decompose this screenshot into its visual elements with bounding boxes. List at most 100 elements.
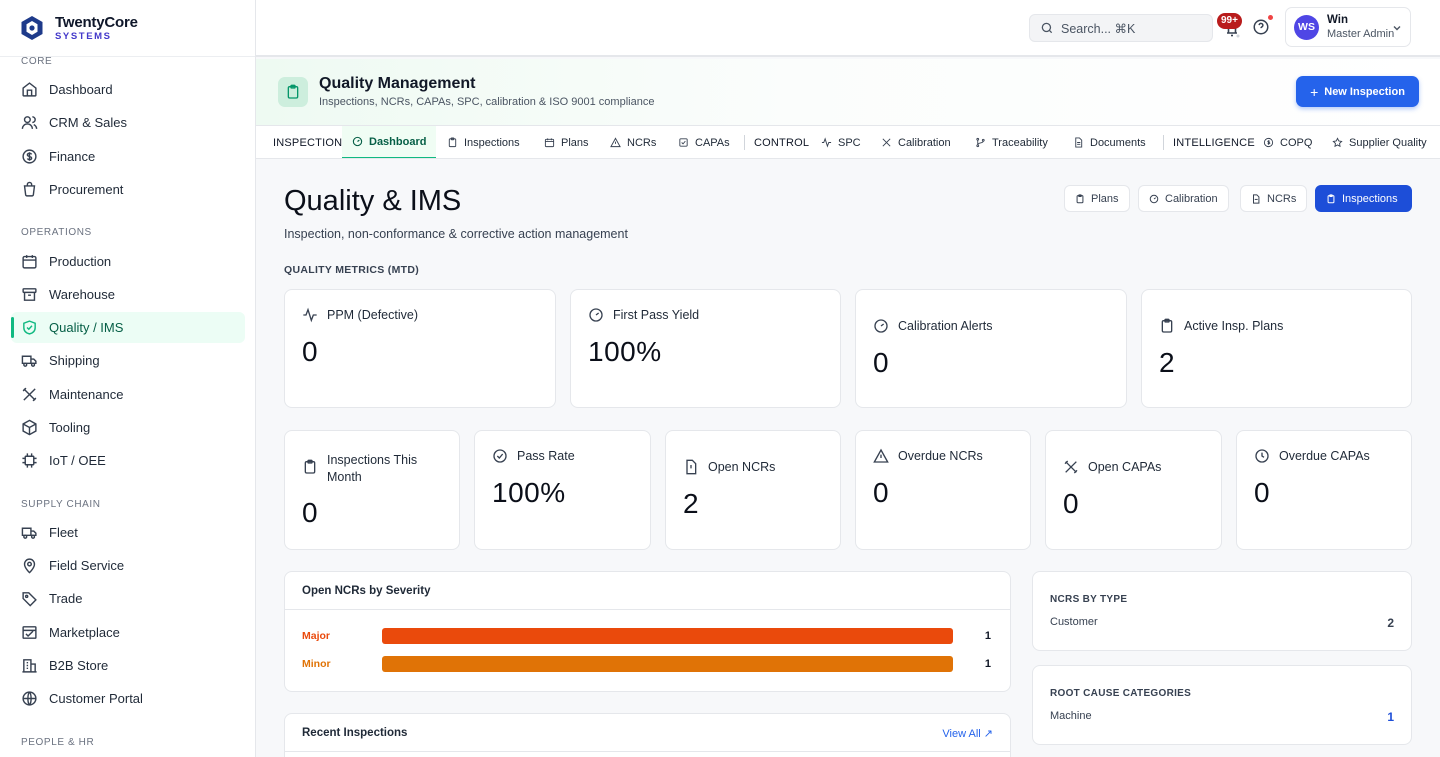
metric-card-calibration-alerts[interactable]: Calibration Alerts 0 [855, 289, 1127, 408]
metric-label: Inspections This Month [302, 452, 442, 486]
new-inspection-button[interactable]: + New Inspection [1296, 76, 1419, 107]
tab-copq[interactable]: COPQ [1263, 126, 1313, 158]
panel-title: NCRS BY TYPE [1050, 594, 1128, 605]
metric-card-overdue-ncrs[interactable]: Overdue NCRs 0 [855, 430, 1031, 550]
panel-title: Recent Inspections [285, 714, 1010, 752]
ncrs-button[interactable]: NCRs [1240, 185, 1308, 212]
tab-label: Inspections [464, 136, 520, 149]
list-item: Machine 1 [1050, 710, 1394, 724]
gauge-icon [589, 308, 603, 322]
sidebar-item-procurement[interactable]: Procurement [11, 174, 245, 205]
sidebar-item-warehouse[interactable]: Warehouse [11, 279, 245, 310]
metrics-section-label: QUALITY METRICS (MTD) [284, 264, 420, 276]
tab-supplier-quality[interactable]: Supplier Quality [1332, 126, 1427, 158]
home-icon [22, 82, 37, 97]
severity-bar [382, 656, 953, 672]
sidebar-item-finance[interactable]: Finance [11, 141, 245, 172]
plans-button[interactable]: Plans [1064, 185, 1130, 212]
tab-label: Documents [1090, 136, 1146, 149]
shield-check-icon [23, 320, 36, 335]
metric-card-inspections-this-month[interactable]: Inspections This Month 0 [284, 430, 460, 550]
tab-label: Supplier Quality [1349, 136, 1427, 149]
clipboard-icon [1327, 193, 1335, 203]
calibration-button[interactable]: Calibration [1138, 185, 1229, 212]
tab-spc[interactable]: SPC [821, 126, 861, 158]
section-operations: OPERATIONS [21, 227, 92, 238]
metric-label: Open CAPAs [1063, 460, 1161, 475]
list-item-label: Machine [1050, 710, 1092, 722]
tab-documents[interactable]: Documents [1073, 126, 1146, 158]
tab-label: COPQ [1280, 136, 1313, 149]
wrench-icon [22, 387, 37, 402]
metric-label: Active Insp. Plans [1159, 318, 1284, 334]
metric-label-text: Overdue NCRs [898, 449, 983, 463]
metric-value: 100% [588, 336, 662, 367]
sidebar-item-production[interactable]: Production [11, 246, 245, 277]
metric-card-open-ncrs[interactable]: Open NCRs 2 [665, 430, 841, 550]
module-header: Quality Management Inspections, NCRs, CA… [256, 59, 1440, 126]
gauge-icon [1149, 194, 1159, 203]
main-content: Quality & IMS Inspection, non-conformanc… [256, 160, 1440, 757]
tab-ncrs[interactable]: NCRs [610, 126, 656, 158]
brand[interactable]: TwentyCore SYSTEMS [0, 0, 255, 57]
metric-value: 0 [1063, 488, 1080, 519]
user-role: Master Admin [1327, 27, 1395, 40]
metric-card-overdue-capas[interactable]: Overdue CAPAs 0 [1236, 430, 1412, 550]
sidebar-item-tooling[interactable]: Tooling [11, 412, 245, 443]
sidebar-item-maintenance[interactable]: Maintenance [11, 379, 245, 410]
users-icon [21, 116, 38, 129]
sidebar-item-field-service[interactable]: Field Service [11, 550, 245, 581]
severity-bar [382, 628, 953, 644]
tab-inspections[interactable]: Inspections [447, 126, 520, 158]
metric-label: Overdue CAPAs [1254, 449, 1370, 464]
help-icon[interactable] [1252, 18, 1270, 36]
sidebar-item-dashboard[interactable]: Dashboard [11, 74, 245, 105]
section-supply-chain: SUPPLY CHAIN [21, 499, 101, 510]
view-all-link[interactable]: View All ↗ [942, 727, 993, 740]
sidebar-item-label: Production [49, 254, 112, 269]
sidebar-item-crm-sales[interactable]: CRM & Sales [11, 107, 245, 138]
section-core: CORE [21, 56, 53, 67]
sidebar-item-b2b-store[interactable]: B2B Store [11, 650, 245, 681]
sidebar-item-iot-oee[interactable]: IoT / OEE [11, 445, 245, 476]
sidebar-item-customer-portal[interactable]: Customer Portal [11, 683, 245, 714]
sidebar-item-trade[interactable]: Trade [11, 583, 245, 614]
metric-card-active-insp-plans[interactable]: Active Insp. Plans 2 [1141, 289, 1412, 408]
chevron-down-icon [1393, 26, 1401, 31]
tab-capas[interactable]: CAPAs [678, 126, 730, 158]
sidebar-item-shipping[interactable]: Shipping [11, 345, 245, 376]
metric-label-text: Pass Rate [517, 449, 575, 463]
metric-card-pass-rate[interactable]: Pass Rate 100% [474, 430, 651, 550]
tab-dashboard[interactable]: Dashboard [342, 126, 437, 158]
map-pin-icon [23, 558, 36, 574]
tab-plans[interactable]: Plans [544, 126, 589, 158]
metric-card-first-pass-yield[interactable]: First Pass Yield 100% [570, 289, 841, 408]
tab-calibration[interactable]: Calibration [881, 126, 951, 158]
clipboard-icon [1161, 318, 1173, 333]
sidebar-item-marketplace[interactable]: Marketplace [11, 617, 245, 648]
clipboard-icon [448, 137, 457, 148]
metric-value: 2 [1159, 347, 1176, 378]
sidebar-item-quality-ims[interactable]: Quality / IMS [11, 312, 245, 343]
metric-card-open-capas[interactable]: Open CAPAs 0 [1045, 430, 1222, 550]
topbar: Search... ⌘K 99+ WS Win Master Admin [256, 0, 1440, 57]
user-menu[interactable]: WS Win Master Admin [1285, 7, 1411, 47]
gauge-icon [874, 319, 888, 333]
metric-value: 2 [683, 488, 700, 519]
building-icon [22, 659, 37, 673]
metric-label-text: Active Insp. Plans [1184, 319, 1284, 333]
search-input[interactable]: Search... ⌘K [1029, 14, 1213, 42]
metric-label: Open NCRs [683, 459, 775, 475]
sidebar-item-label: Maintenance [49, 387, 124, 402]
metric-label-text: Inspections This Month [327, 453, 418, 484]
tab-divider [1163, 135, 1164, 150]
new-inspection-label: New Inspection [1324, 85, 1405, 98]
calendar-icon [22, 255, 37, 269]
tab-traceability[interactable]: Traceability [975, 126, 1048, 158]
severity-count: 1 [984, 658, 991, 670]
metric-label: Overdue NCRs [873, 448, 983, 464]
inspections-button[interactable]: Inspections [1315, 185, 1412, 212]
sidebar-item-label: Dashboard [49, 82, 113, 97]
sidebar-item-fleet[interactable]: Fleet [11, 517, 245, 548]
metric-card-ppm[interactable]: PPM (Defective) 0 [284, 289, 556, 408]
